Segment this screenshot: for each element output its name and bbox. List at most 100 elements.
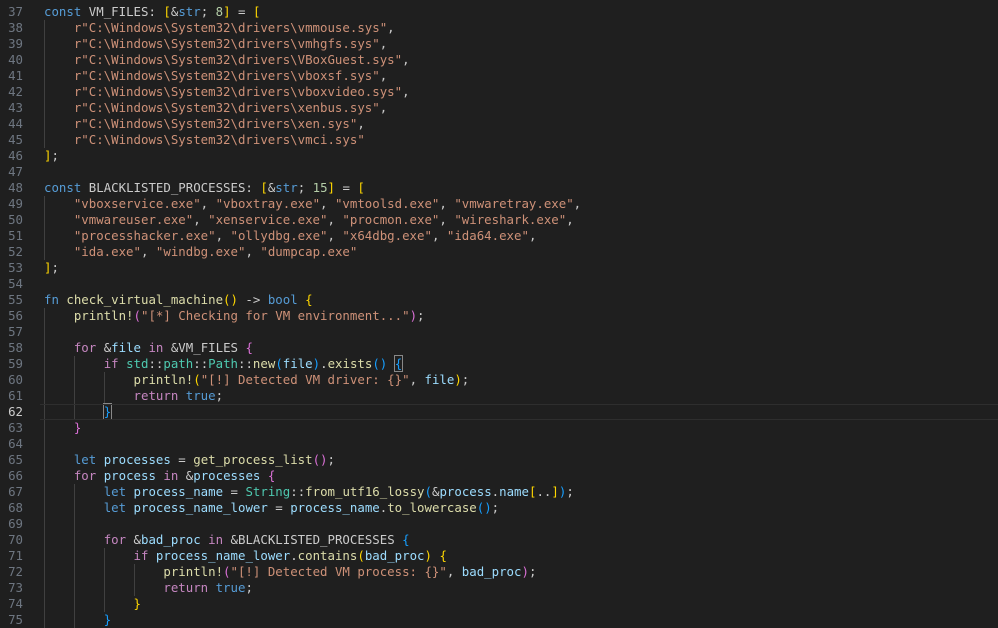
code-token: ,: [379, 68, 388, 83]
code-token: const: [44, 180, 82, 195]
code-line[interactable]: 53];: [0, 260, 998, 276]
line-number: 50: [8, 212, 23, 227]
code-line[interactable]: 45 r"C:\Windows\System32\drivers\vmci.sy…: [0, 132, 998, 148]
code-token: println!: [163, 564, 224, 579]
code-token: bad_proc: [364, 548, 425, 563]
line-number: 56: [8, 308, 23, 323]
code-line[interactable]: 63 }: [0, 420, 998, 436]
code-line[interactable]: 75 }: [0, 612, 998, 628]
code-token: (: [424, 484, 432, 499]
code-line[interactable]: 56 println!("[*] Checking for VM environ…: [0, 308, 998, 324]
code-token: ;: [200, 4, 216, 19]
code-line[interactable]: 73 return true;: [0, 580, 998, 596]
indent-guide: [44, 516, 45, 532]
code-line[interactable]: 62 }: [0, 403, 998, 420]
code-line[interactable]: 50 "vmwareuser.exe", "xenservice.exe", "…: [0, 212, 998, 228]
code-line[interactable]: 59 if std::path::Path::new(file).exists(…: [0, 355, 998, 372]
line-number: 69: [8, 516, 23, 531]
code-line[interactable]: 47: [0, 164, 998, 180]
code-line[interactable]: 49 "vboxservice.exe", "vboxtray.exe", "v…: [0, 196, 998, 212]
code-token: 8: [215, 4, 224, 19]
code-text: println!("[!] Detected VM driver: {}", f…: [44, 372, 470, 388]
code-line[interactable]: 74 }: [0, 596, 998, 612]
code-token: ,: [402, 52, 410, 67]
code-line[interactable]: 37 const VM_FILES: [&str; 8] = [: [0, 4, 998, 20]
code-line[interactable]: 69: [0, 516, 998, 532]
code-text: return true;: [44, 388, 224, 404]
code-text: }: [44, 612, 111, 628]
code-token: for: [103, 532, 127, 547]
code-token: "vboxservice.exe": [73, 196, 201, 211]
code-token: {: [305, 292, 313, 307]
code-line[interactable]: 48 const BLACKLISTED_PROCESSES: [&str; 15…: [0, 180, 998, 196]
code-line[interactable]: 72 println!("[!] Detected VM process: {}…: [0, 564, 998, 580]
code-line[interactable]: 60 println!("[!] Detected VM driver: {}"…: [0, 372, 998, 388]
code-line[interactable]: 67 let process_name = String::from_utf16…: [0, 484, 998, 500]
line-number: 73: [8, 580, 23, 595]
code-token: (): [223, 292, 238, 307]
line-number: 43: [8, 100, 23, 115]
code-token: file: [111, 340, 141, 355]
code-line[interactable]: 46];: [0, 148, 998, 164]
code-line[interactable]: 57: [0, 324, 998, 340]
code-text: r"C:\Windows\System32\drivers\vmmouse.sy…: [44, 20, 395, 36]
code-token: let: [73, 452, 97, 467]
code-line[interactable]: 38 r"C:\Windows\System32\drivers\vmmouse…: [0, 20, 998, 36]
code-token: ): [409, 308, 418, 323]
code-token: return: [163, 580, 209, 595]
code-token: process: [439, 484, 492, 499]
code-token: exists: [327, 356, 373, 371]
code-text: r"C:\Windows\System32\drivers\xenbus.sys…: [44, 100, 387, 116]
code-text: for &bad_proc in &BLACKLISTED_PROCESSES …: [44, 532, 410, 548]
code-token: ::: [148, 356, 164, 371]
code-token: ;: [245, 580, 253, 595]
code-token: (: [193, 372, 201, 387]
code-token: Path: [208, 356, 238, 371]
code-token: r"C:\Windows\System32\drivers\xen.sys": [73, 116, 358, 131]
code-line[interactable]: 44 r"C:\Windows\System32\drivers\xen.sys…: [0, 116, 998, 132]
code-token: ,: [379, 100, 388, 115]
code-line[interactable]: 40 r"C:\Windows\System32\drivers\VBoxGue…: [0, 52, 998, 68]
code-line[interactable]: 39 r"C:\Windows\System32\drivers\vmhgfs.…: [0, 36, 998, 52]
code-token: get_process_list: [193, 452, 313, 467]
code-token: {: [245, 340, 253, 355]
code-token: true: [215, 580, 246, 595]
code-line[interactable]: 65 let processes = get_process_list();: [0, 452, 998, 468]
code-line[interactable]: 43 r"C:\Windows\System32\drivers\xenbus.…: [0, 100, 998, 116]
code-editor[interactable]: 37 const VM_FILES: [&str; 8] = [38 r"C:\W…: [0, 0, 998, 628]
code-text: }: [44, 403, 113, 420]
line-number: 47: [8, 164, 23, 179]
line-number: 55: [8, 292, 23, 307]
code-token: "windbg.exe": [155, 244, 246, 259]
code-line[interactable]: 71 if process_name_lower.contains(bad_pr…: [0, 548, 998, 564]
code-line[interactable]: 41 r"C:\Windows\System32\drivers\vboxsf.…: [0, 68, 998, 84]
code-text: "ida.exe", "windbg.exe", "dumpcap.exe": [44, 244, 358, 260]
code-token: ;: [297, 180, 313, 195]
code-token: contains: [297, 548, 358, 563]
code-line[interactable]: 42 r"C:\Windows\System32\drivers\vboxvid…: [0, 84, 998, 100]
code-token: std: [126, 356, 149, 371]
code-line[interactable]: 51 "processhacker.exe", "ollydbg.exe", "…: [0, 228, 998, 244]
code-line[interactable]: 70 for &bad_proc in &BLACKLISTED_PROCESS…: [0, 532, 998, 548]
code-line[interactable]: 52 "ida.exe", "windbg.exe", "dumpcap.exe…: [0, 244, 998, 260]
code-line[interactable]: 68 let process_name_lower = process_name…: [0, 500, 998, 516]
code-text: }: [44, 420, 81, 436]
code-line[interactable]: 64: [0, 436, 998, 452]
code-line[interactable]: 58 for &file in &VM_FILES {: [0, 340, 998, 356]
code-line[interactable]: 54: [0, 276, 998, 292]
code-token: "procmon.exe": [342, 212, 440, 227]
code-token: check_virtual_machine: [66, 292, 224, 307]
code-line[interactable]: 66 for process in &processes {: [0, 468, 998, 484]
code-token: String: [245, 484, 291, 499]
code-line[interactable]: 61 return true;: [0, 388, 998, 404]
code-token: "ida.exe": [73, 244, 141, 259]
code-line[interactable]: 55 fn check_virtual_machine() -> bool {: [0, 292, 998, 308]
line-number: 59: [8, 356, 23, 371]
